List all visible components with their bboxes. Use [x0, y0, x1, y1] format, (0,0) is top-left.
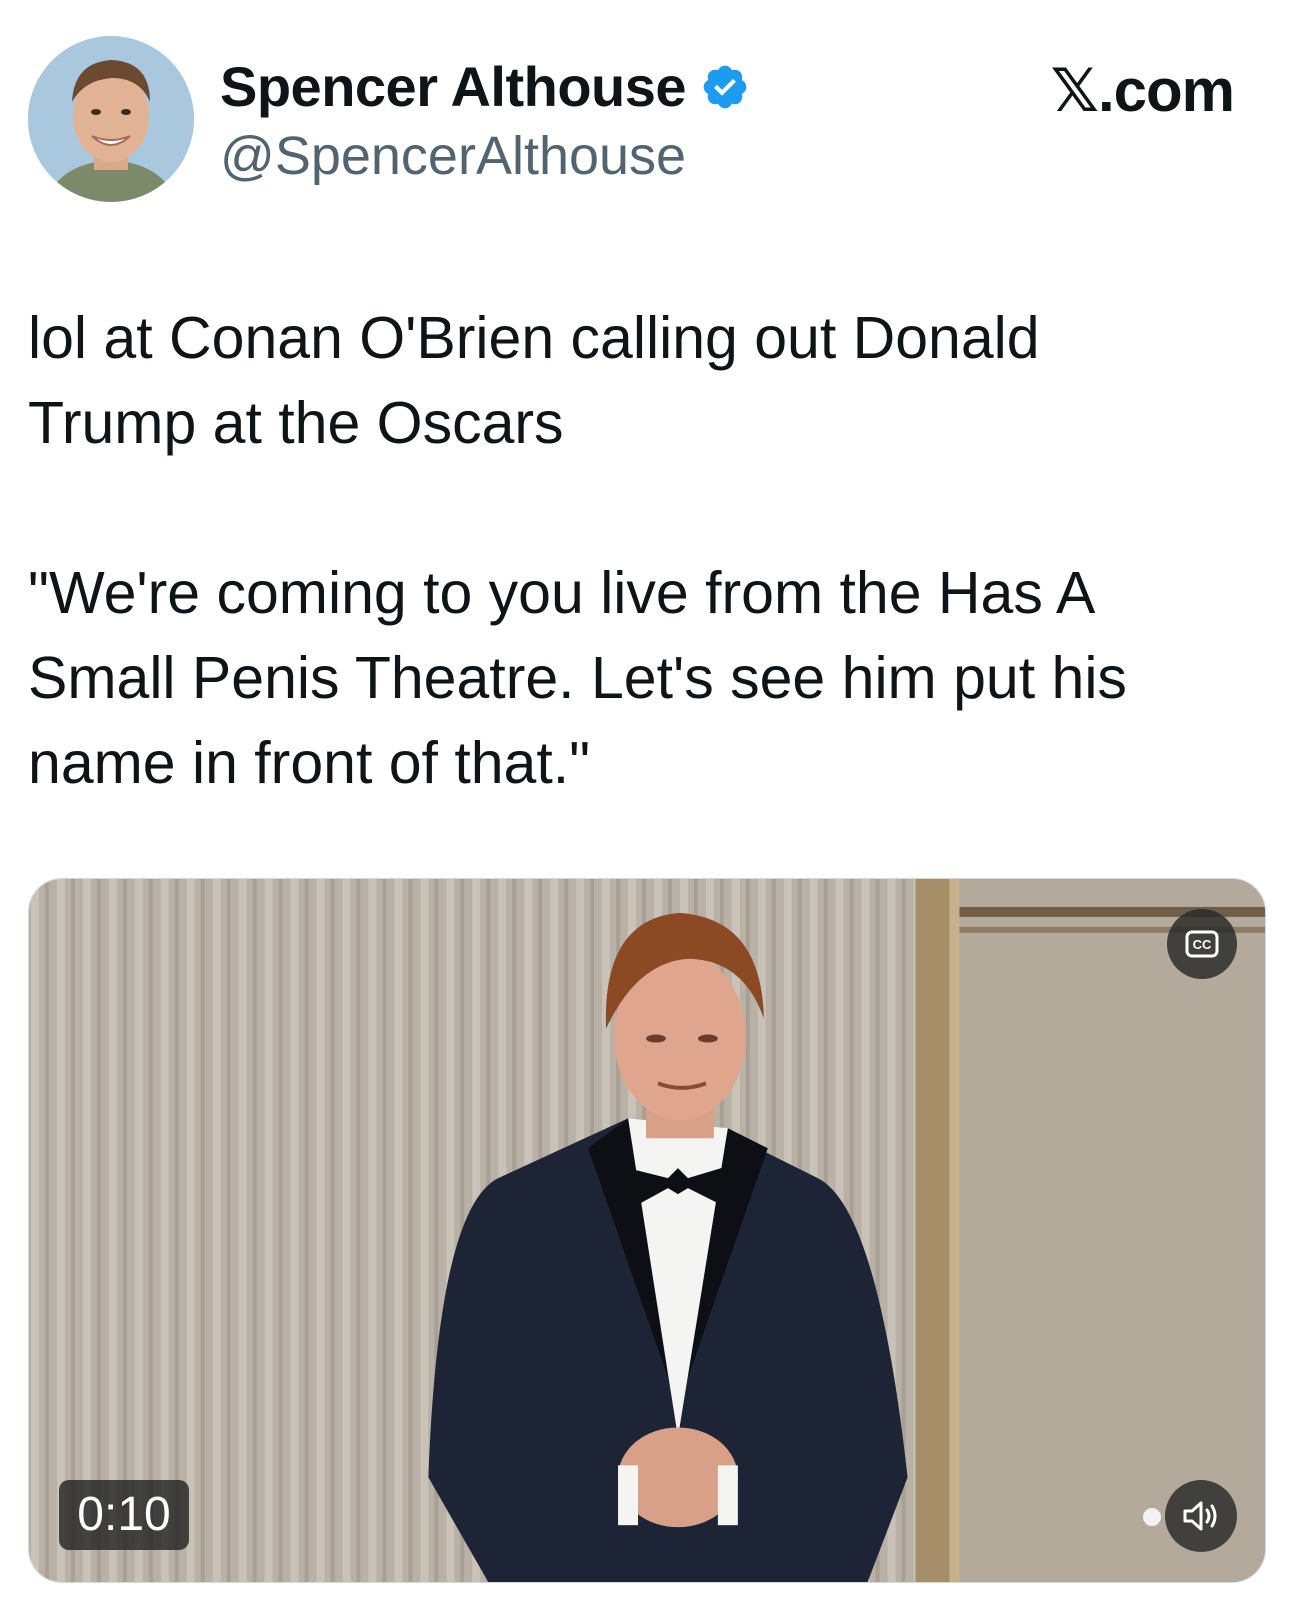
avatar[interactable]	[28, 36, 194, 202]
x-brand-label: 𝕏.com	[1050, 57, 1235, 124]
captions-button[interactable]: CC	[1167, 909, 1237, 979]
author-handle[interactable]: @SpencerAlthouse	[220, 124, 686, 188]
volume-indicator-dot	[1143, 1508, 1161, 1526]
video-frame	[29, 879, 1265, 1582]
svg-text:CC: CC	[1193, 937, 1212, 952]
author-display-name[interactable]: Spencer Althouse	[220, 54, 687, 120]
video-duration: 0:10	[59, 1480, 189, 1550]
verified-badge-icon	[703, 65, 747, 109]
avatar-photo	[28, 36, 194, 202]
volume-button[interactable]	[1165, 1480, 1237, 1552]
tweet-card: Spencer Althouse @SpencerAlthouse 𝕏.com …	[0, 0, 1290, 1613]
speaker-icon	[1183, 1501, 1217, 1531]
author-name-row: Spencer Althouse	[220, 54, 750, 120]
tweet-text: lol at Conan O'Brien calling out Donald …	[28, 305, 1127, 796]
cc-icon: CC	[1185, 930, 1219, 958]
video-player[interactable]: CC 0:10	[28, 878, 1266, 1583]
